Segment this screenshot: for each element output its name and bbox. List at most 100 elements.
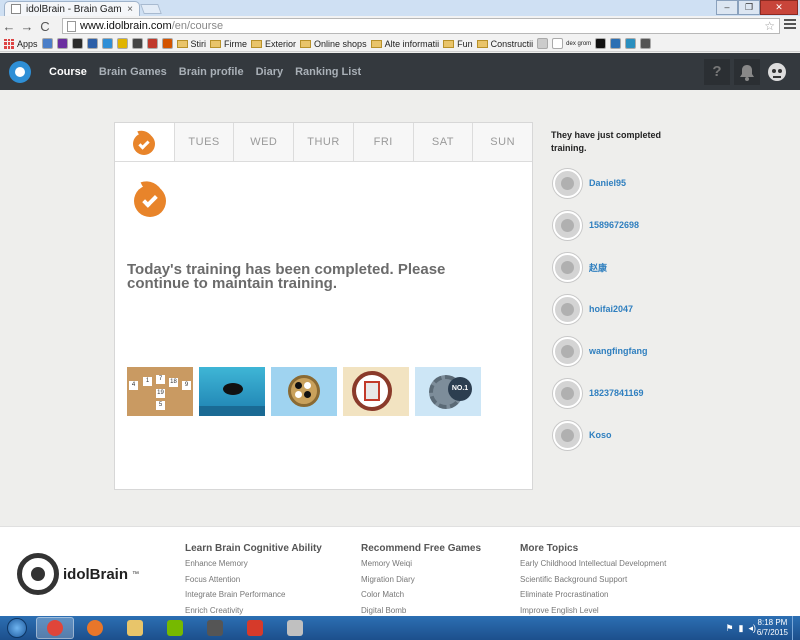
footer-link[interactable]: Early Childhood Intellectual Development xyxy=(520,559,666,575)
bookmark-item[interactable]: Online shops xyxy=(300,39,367,49)
footer-link[interactable]: Improve English Level xyxy=(520,606,666,617)
tray-flag-icon[interactable]: ⚑ xyxy=(725,623,733,634)
tray-volume-icon[interactable]: ◂) xyxy=(748,623,756,634)
nav-course[interactable]: Course xyxy=(49,66,87,78)
user-avatar-icon[interactable] xyxy=(764,59,790,85)
footer-logo[interactable]: idolBrain ™ xyxy=(17,553,139,595)
recent-user-item[interactable]: hoifai2047 xyxy=(553,288,648,330)
taskbar-clock[interactable]: 8:18 PM 6/7/2015 xyxy=(757,618,788,638)
nav-brain-profile[interactable]: Brain profile xyxy=(179,66,244,78)
recent-user-item[interactable]: Koso xyxy=(553,414,648,456)
nav-ranking-list[interactable]: Ranking List xyxy=(295,66,361,78)
day-thursday[interactable]: THUR xyxy=(294,123,354,161)
day-friday[interactable]: FRI xyxy=(353,123,414,161)
footer-link[interactable]: Digital Bomb xyxy=(361,606,481,617)
taskbar-firefox-button[interactable] xyxy=(76,617,114,639)
taskbar-chrome-button[interactable] xyxy=(36,617,74,639)
bookmark-item[interactable]: Exterior xyxy=(251,39,296,49)
footer-link[interactable]: Enhance Memory xyxy=(185,559,322,575)
chrome-menu-icon[interactable] xyxy=(784,19,796,29)
help-button[interactable]: ? xyxy=(704,59,730,85)
footer-link[interactable]: Color Match xyxy=(361,590,481,606)
notifications-bell-icon[interactable] xyxy=(734,59,760,85)
taskbar-grid-button[interactable] xyxy=(276,617,314,639)
game-thumbnail-diary[interactable] xyxy=(343,367,409,416)
footer-link[interactable]: Focus Attention xyxy=(185,575,322,591)
bookmark-item[interactable] xyxy=(86,38,98,49)
user-avatar-icon[interactable] xyxy=(553,210,582,240)
game-thumbnail-ocean-fish[interactable] xyxy=(199,367,265,416)
user-name-link[interactable]: wangfingfang xyxy=(589,346,648,356)
bookmark-item[interactable]: dex grom xyxy=(552,38,591,49)
footer-link[interactable]: Migration Diary xyxy=(361,575,481,591)
forward-icon[interactable]: → xyxy=(18,19,36,34)
taskbar-explorer-button[interactable] xyxy=(116,617,154,639)
bookmark-item[interactable] xyxy=(41,38,53,49)
idolbrain-logo-icon[interactable] xyxy=(9,61,31,83)
nav-brain-games[interactable]: Brain Games xyxy=(99,66,167,78)
taskbar-speed-button[interactable] xyxy=(236,617,274,639)
day-tuesday[interactable]: TUES xyxy=(174,123,235,161)
recent-user-item[interactable]: Daniel95 xyxy=(553,162,648,204)
browser-tab[interactable]: idolBrain - Brain Games & × xyxy=(4,1,140,16)
user-avatar-icon[interactable] xyxy=(553,252,582,282)
bookmark-item[interactable]: Apps xyxy=(4,38,38,49)
user-name-link[interactable]: hoifai2047 xyxy=(589,304,633,314)
address-bar[interactable]: www.idolbrain.com/en/course ☆ xyxy=(62,18,780,34)
footer-link[interactable]: Scientific Background Support xyxy=(520,575,666,591)
bookmark-item[interactable] xyxy=(595,38,607,49)
taskbar-media-button[interactable] xyxy=(196,617,234,639)
day-wednesday[interactable]: WED xyxy=(234,123,295,161)
day-monday-completed[interactable] xyxy=(115,123,175,161)
tray-network-icon[interactable]: ▮ xyxy=(739,623,744,634)
recent-user-item[interactable]: 18237841169 xyxy=(553,372,648,414)
start-button[interactable] xyxy=(0,616,34,640)
footer-link[interactable]: Enrich Creativity xyxy=(185,606,322,617)
bookmark-item[interactable] xyxy=(71,38,83,49)
bookmark-star-icon[interactable]: ☆ xyxy=(764,19,775,33)
game-thumbnail-number-tiles[interactable]: 4 1 7 18 9 19 5 xyxy=(127,367,193,416)
taskbar-nvidia-button[interactable] xyxy=(156,617,194,639)
day-saturday[interactable]: SAT xyxy=(413,123,474,161)
user-avatar-icon[interactable] xyxy=(553,378,582,408)
bookmark-item[interactable]: Alte informatii xyxy=(370,39,439,49)
game-thumbnail-ranking[interactable]: NO.1 xyxy=(415,367,481,416)
user-name-link[interactable]: Daniel95 xyxy=(589,178,626,188)
tab-close-icon[interactable]: × xyxy=(127,4,133,15)
user-name-link[interactable]: Koso xyxy=(589,430,612,440)
bookmark-item[interactable] xyxy=(116,38,128,49)
day-sunday[interactable]: SUN xyxy=(473,123,533,161)
recent-user-item[interactable]: 赵康 xyxy=(553,246,648,288)
bookmark-item[interactable] xyxy=(101,38,113,49)
game-thumbnail-weiqi[interactable] xyxy=(271,367,337,416)
bookmark-item[interactable] xyxy=(161,38,173,49)
bookmark-item[interactable]: Firme xyxy=(210,39,247,49)
reload-icon[interactable]: C xyxy=(36,19,54,34)
bookmark-item[interactable] xyxy=(131,38,143,49)
footer-link[interactable]: Memory Weiqi xyxy=(361,559,481,575)
back-icon[interactable]: ← xyxy=(0,19,18,34)
recent-user-item[interactable]: wangfingfang xyxy=(553,330,648,372)
bookmark-item[interactable] xyxy=(537,38,549,49)
recent-user-item[interactable]: 1589672698 xyxy=(553,204,648,246)
user-name-link[interactable]: 赵康 xyxy=(589,261,607,274)
bookmark-item[interactable] xyxy=(610,38,622,49)
bookmark-item[interactable] xyxy=(146,38,158,49)
user-avatar-icon[interactable] xyxy=(553,168,582,198)
bookmark-item[interactable]: Constructii xyxy=(476,39,533,49)
close-window-button[interactable]: ✕ xyxy=(760,0,798,15)
user-name-link[interactable]: 18237841169 xyxy=(589,388,644,398)
user-name-link[interactable]: 1589672698 xyxy=(589,220,639,230)
bookmark-item[interactable]: Stiri xyxy=(176,39,206,49)
minimize-button[interactable]: – xyxy=(716,0,738,15)
new-tab-button[interactable] xyxy=(140,4,162,14)
show-desktop-button[interactable] xyxy=(792,616,800,640)
bookmark-item[interactable]: Fun xyxy=(443,39,473,49)
bookmark-item[interactable] xyxy=(625,38,637,49)
footer-link[interactable]: Eliminate Procrastination xyxy=(520,590,666,606)
bookmark-item[interactable] xyxy=(640,38,652,49)
footer-link[interactable]: Integrate Brain Performance xyxy=(185,590,322,606)
restore-button[interactable]: ❐ xyxy=(738,0,760,15)
user-avatar-icon[interactable] xyxy=(553,420,582,450)
user-avatar-icon[interactable] xyxy=(553,336,582,366)
